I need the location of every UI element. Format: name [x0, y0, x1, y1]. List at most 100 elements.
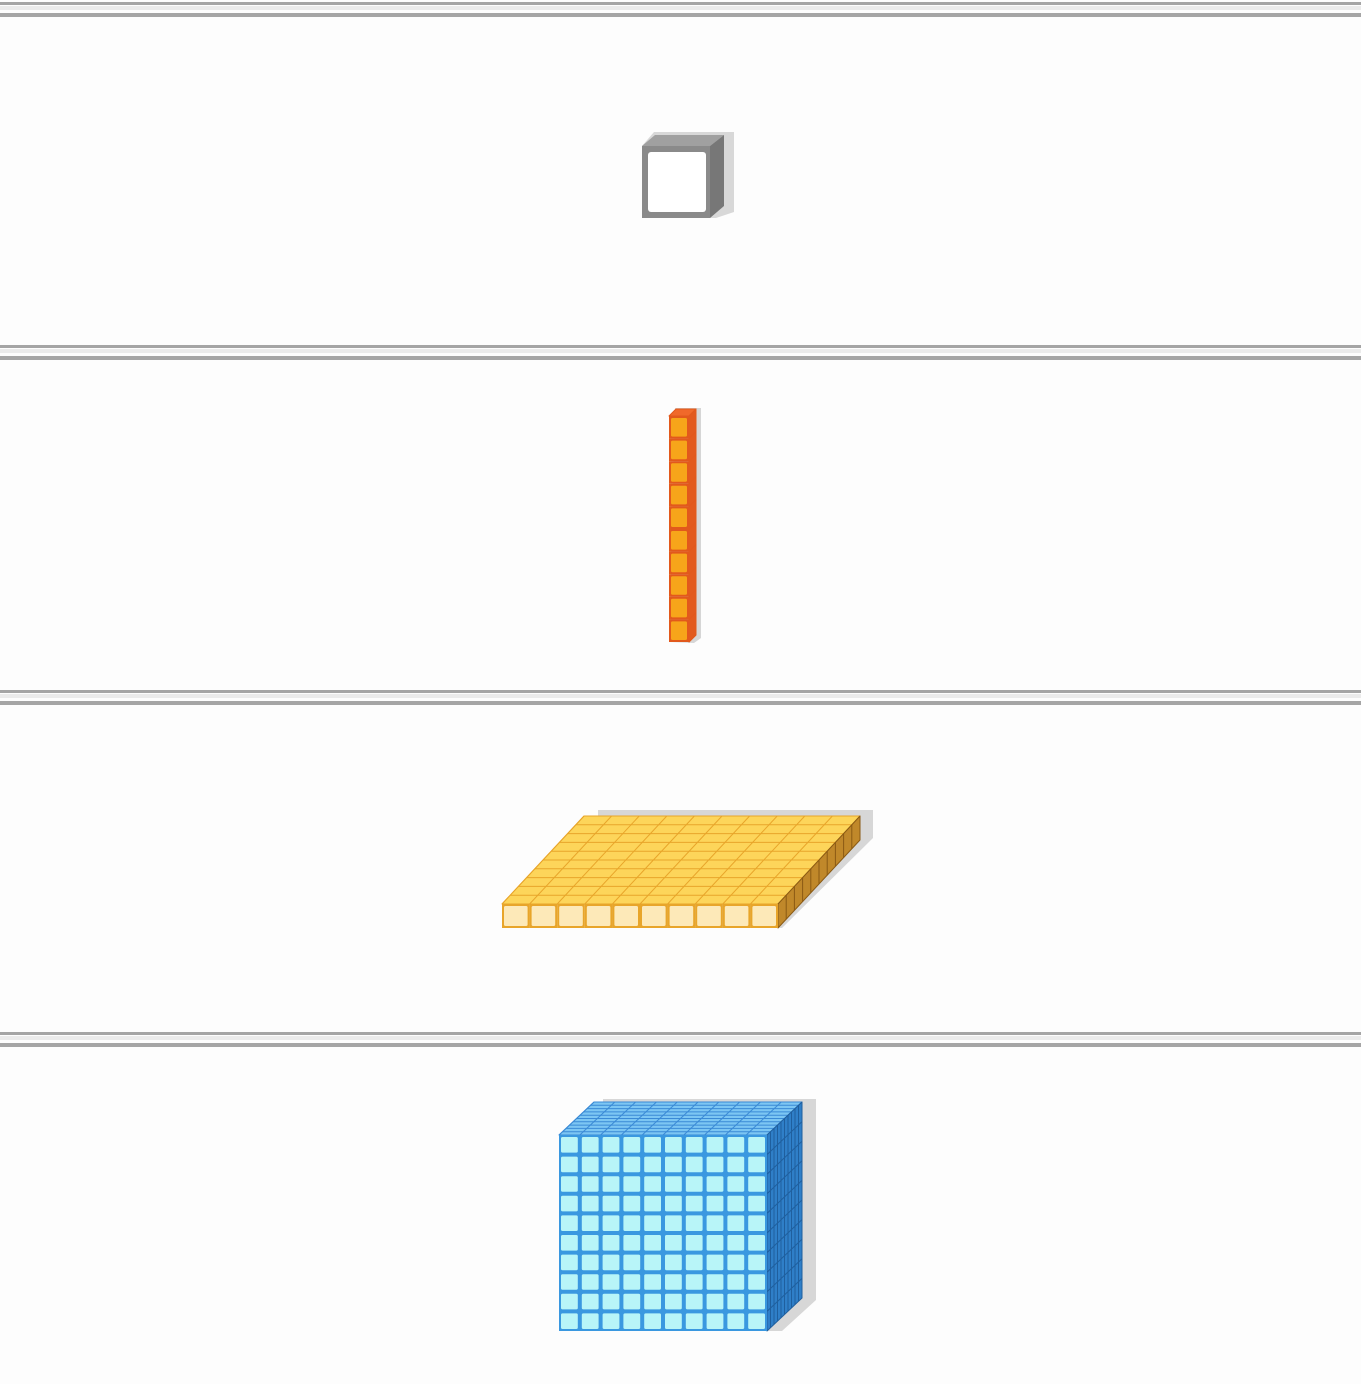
thousand-cube-cell	[748, 1137, 765, 1153]
thousand-cube-cell	[623, 1195, 641, 1212]
thousand-cube-cell	[748, 1235, 765, 1251]
thousand-cube-cell	[665, 1293, 682, 1310]
unit-cube-top	[642, 135, 724, 146]
thousand-cube-cell	[685, 1176, 703, 1192]
thousand-cube-cell	[623, 1235, 641, 1251]
thousand-cube-cell	[665, 1254, 682, 1271]
unit-cube	[642, 132, 734, 218]
thousand-cube-cell	[581, 1195, 599, 1212]
unit-cube-face	[648, 152, 706, 212]
thousand-cube-cell	[748, 1274, 765, 1290]
thousand-cube-cell	[665, 1176, 682, 1192]
thousand-cube-cell	[644, 1137, 661, 1153]
thousand-cube-cell	[748, 1156, 765, 1173]
hundred-flat	[501, 810, 873, 929]
thousand-cube-cell	[748, 1293, 765, 1310]
thousand-cube-cell	[602, 1313, 620, 1329]
thousand-cube-cell	[623, 1293, 641, 1310]
thousand-cube-cell	[706, 1313, 724, 1329]
thousand-cube-cell	[706, 1274, 724, 1290]
thousand-cube-cell	[727, 1254, 745, 1271]
thousand-cube-cell	[623, 1254, 641, 1271]
thousand-cube-cell	[685, 1313, 703, 1329]
thousand-cube-cell	[581, 1293, 599, 1310]
thousand-cube-cell	[727, 1274, 745, 1290]
thousand-cube-cell	[665, 1156, 682, 1173]
hundred-flat-cube-face	[531, 906, 556, 926]
thousand-cube-cell	[561, 1137, 578, 1153]
hundred-flat-cube-face	[642, 906, 666, 926]
base-ten-blocks-canvas	[501, 132, 873, 1332]
ten-rod-cube-face	[671, 418, 687, 437]
hundred-flat-cube-face	[724, 906, 749, 926]
thousand-cube-cell	[727, 1215, 745, 1231]
thousand-cube-cell	[644, 1293, 661, 1310]
thousand-cube-cell	[623, 1156, 641, 1173]
thousand-cube-cell	[644, 1235, 661, 1251]
thousand-cube-cell	[602, 1235, 620, 1251]
thousand-cube-cell	[748, 1176, 765, 1192]
thousand-cube-cell	[665, 1137, 682, 1153]
thousand-cube-cell	[602, 1137, 620, 1153]
thousand-cube-cell	[685, 1254, 703, 1271]
thousand-cube-cell	[665, 1274, 682, 1290]
ten-rod	[668, 408, 701, 643]
thousand-cube-cell	[644, 1156, 661, 1173]
thousand-cube-cell	[727, 1176, 745, 1192]
ten-rod-cube-face	[671, 508, 687, 527]
thousand-cube-cell	[644, 1274, 661, 1290]
thousand-cube-cell	[623, 1137, 641, 1153]
thousand-cube-cell	[561, 1235, 578, 1251]
thousand-cube-cell	[685, 1274, 703, 1290]
thousand-cube-cell	[644, 1215, 661, 1231]
thousand-cube-cell	[706, 1293, 724, 1310]
thousand-cube-cell	[602, 1254, 620, 1271]
thousand-cube-cell	[706, 1137, 724, 1153]
thousand-cube-cell	[665, 1313, 682, 1329]
thousand-cube-cell	[685, 1235, 703, 1251]
thousand-cube-cell	[706, 1156, 724, 1173]
thousand-cube-cell	[602, 1176, 620, 1192]
thousand-cube-cell	[602, 1195, 620, 1212]
thousand-cube-cell	[561, 1176, 578, 1192]
thousand-cube-cell	[727, 1235, 745, 1251]
thousand-cube-cell	[581, 1176, 599, 1192]
hundred-flat-cube-face	[669, 906, 694, 926]
thousand-cube-cell	[748, 1215, 765, 1231]
thousand-cube-cell	[644, 1195, 661, 1212]
ten-rod-cube-face	[671, 598, 687, 618]
thousand-cube-cell	[623, 1313, 641, 1329]
thousand-cube-cell	[581, 1254, 599, 1271]
thousand-cube-cell	[727, 1313, 745, 1329]
thousand-cube-cell	[748, 1313, 765, 1329]
thousand-cube-cell	[581, 1235, 599, 1251]
thousand-cube-cell	[561, 1254, 578, 1271]
thousand-cube-cell	[602, 1274, 620, 1290]
thousand-cube-cell	[685, 1137, 703, 1153]
ten-rod-cube-face	[671, 485, 687, 505]
thousand-cube-cell	[602, 1293, 620, 1310]
thousand-cube-cell	[581, 1137, 599, 1153]
thousand-cube-cell	[706, 1195, 724, 1212]
hundred-flat-cube-face	[614, 906, 638, 926]
unit-cube-side	[710, 135, 724, 218]
hundred-flat-cube-face	[697, 906, 721, 926]
thousand-cube-cell	[706, 1235, 724, 1251]
thousand-cube-cell	[561, 1293, 578, 1310]
thousand-cube-cell	[561, 1215, 578, 1231]
thousand-cube	[558, 1099, 816, 1332]
thousand-cube-cell	[644, 1313, 661, 1329]
ten-rod-cube-face	[671, 440, 687, 460]
thousand-cube-cell	[561, 1274, 578, 1290]
thousand-cube-cell	[581, 1313, 599, 1329]
ten-rod-cube-face	[671, 463, 687, 482]
thousand-cube-cell	[665, 1215, 682, 1231]
thousand-cube-cell	[602, 1215, 620, 1231]
thousand-cube-cell	[561, 1156, 578, 1173]
thousand-cube-cell	[685, 1293, 703, 1310]
thousand-cube-cell	[727, 1293, 745, 1310]
thousand-cube-cell	[685, 1215, 703, 1231]
thousand-cube-cell	[581, 1215, 599, 1231]
thousand-cube-cell	[727, 1156, 745, 1173]
thousand-cube-cell	[644, 1254, 661, 1271]
